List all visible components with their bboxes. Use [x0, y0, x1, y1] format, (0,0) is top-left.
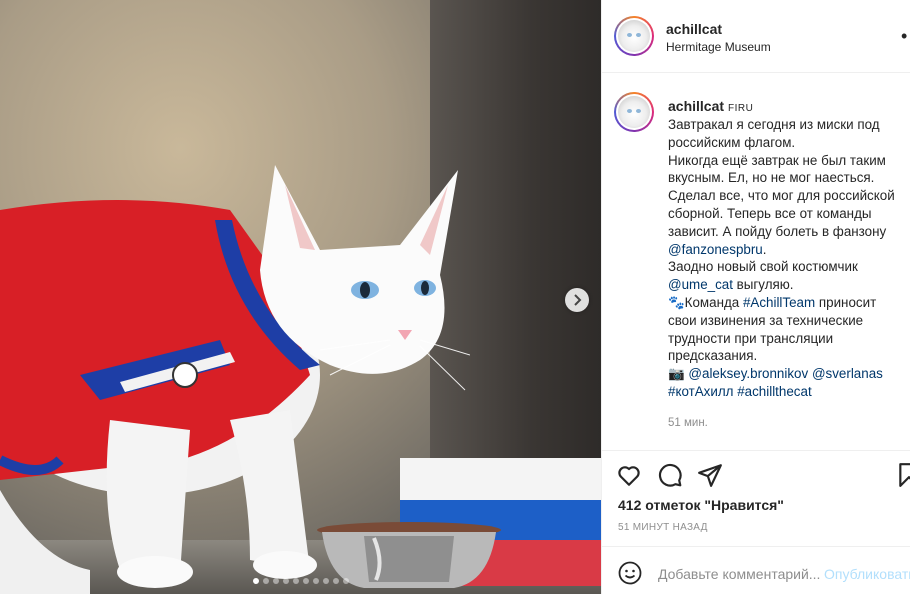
caption-line: #котАхилл #achillthecat: [668, 383, 904, 401]
caption-line: российским флагом.: [668, 134, 904, 152]
caption-header: achillcat FIRU: [668, 98, 753, 114]
caption-timestamp: 51 мин.: [668, 417, 708, 429]
caption-fragment: Заодно новый свой костюмчик: [668, 259, 858, 275]
carousel-dot: [342, 578, 349, 584]
paper-plane-icon[interactable]: [697, 462, 723, 488]
caption-line: Сделал все, что мог для российской: [668, 187, 904, 205]
caption-avatar-image: [618, 96, 650, 128]
avatar-image: [618, 20, 650, 52]
avatar[interactable]: [614, 16, 654, 56]
caption-fragment: предсказания.: [668, 348, 758, 364]
caption-fragment: вкусным. Ел, но не мог наесться.: [668, 170, 875, 186]
caption-line: предсказания.: [668, 347, 904, 365]
carousel-dot: [262, 578, 269, 584]
caption-fragment: свои извинения за технические: [668, 312, 864, 328]
carousel-dot: [322, 578, 329, 584]
action-bar: [602, 460, 910, 492]
caption-line: 📷 @aleksey.bronnikov @sverlanas: [668, 365, 904, 383]
hashtag-link[interactable]: #котАхилл: [668, 384, 733, 399]
caption-line: 🐾Команда #AchillTeam приносит: [668, 294, 904, 312]
caption-fragment: сборной. Теперь все от команды: [668, 205, 872, 221]
comment-icon[interactable]: [657, 462, 683, 488]
carousel-dot: [292, 578, 299, 584]
publish-button[interactable]: Опубликовать: [824, 566, 910, 582]
caption-line: @fanzonespbru.: [668, 241, 904, 259]
carousel-dot: [332, 578, 339, 584]
caption-line: Заодно новый свой костюмчик: [668, 258, 904, 276]
caption-fragment: выгуляю.: [732, 277, 794, 293]
caption-fragment: Завтракал я сегодня из миски под: [668, 117, 880, 132]
caption-line: свои извинения за технические: [668, 312, 904, 330]
mention-link[interactable]: @ume_cat: [668, 277, 733, 292]
more-options-icon[interactable]: •: [901, 26, 907, 47]
carousel-dot: [282, 578, 289, 584]
mention-link[interactable]: @sverlanas: [812, 366, 883, 381]
hashtag-link[interactable]: #AchillTeam: [743, 295, 815, 310]
smiley-icon[interactable]: [618, 561, 642, 585]
heart-icon[interactable]: [616, 462, 642, 488]
post-timestamp[interactable]: 51 МИНУТ НАЗАД: [618, 522, 708, 533]
caption-fragment: Никогда ещё завтрак не был таким: [668, 152, 886, 168]
post-photo[interactable]: [0, 0, 601, 594]
hashtag-link[interactable]: #achillthecat: [737, 384, 811, 399]
caption-fragment: 🐾Команда: [668, 294, 743, 310]
carousel-dot: [252, 578, 259, 584]
caption-fragment: .: [762, 241, 767, 257]
caption-line: Завтракал я сегодня из миски под: [668, 116, 904, 134]
chevron-right-icon: [574, 294, 582, 306]
mention-link[interactable]: @fanzonespbru: [668, 242, 763, 257]
caption-line: зависит. А пойду болеть в фанзону: [668, 223, 904, 241]
header-location[interactable]: Hermitage Museum: [666, 40, 771, 54]
caption-username[interactable]: achillcat: [668, 98, 724, 114]
caption-line: трудности при трансляции: [668, 330, 904, 348]
carousel-indicator: [0, 578, 601, 586]
bookmark-icon[interactable]: [896, 462, 910, 488]
comment-input[interactable]: [658, 564, 828, 584]
caption-fragment: приносит: [815, 294, 877, 310]
caption-avatar[interactable]: [614, 92, 654, 132]
caption-line: вкусным. Ел, но не мог наесться.: [668, 169, 904, 187]
caption-line: @ume_cat выгуляю.: [668, 276, 904, 294]
caption-tag: FIRU: [728, 103, 754, 114]
caption-text: Завтракал я сегодня из миски под российск…: [668, 116, 904, 401]
carousel-dot: [272, 578, 279, 584]
header-username[interactable]: achillcat: [666, 21, 722, 37]
comment-form: Опубликовать: [602, 546, 910, 594]
caption-fragment: Сделал все, что мог для российской: [668, 188, 895, 204]
caption-line: Никогда ещё завтрак не был таким: [668, 152, 904, 170]
post-sidebar: achillcat Hermitage Museum • achillcat FI…: [601, 0, 910, 594]
caption-line: сборной. Теперь все от команды: [668, 205, 904, 223]
carousel-next-button[interactable]: [565, 288, 589, 312]
mention-link[interactable]: @aleksey.bronnikov: [688, 366, 808, 381]
carousel-dot: [302, 578, 309, 584]
caption-fragment: зависит. А пойду болеть в фанзону: [668, 223, 887, 239]
caption-fragment: трудности при трансляции: [668, 330, 834, 346]
carousel-dot: [312, 578, 319, 584]
like-count[interactable]: 412 отметок "Нравится": [618, 497, 784, 513]
caption-section: achillcat FIRU Завтракал я сегодня из мис…: [602, 73, 910, 451]
caption-fragment: российским флагом.: [668, 134, 796, 150]
post-header: achillcat Hermitage Museum •: [602, 0, 910, 73]
caption-fragment: 📷: [668, 366, 689, 382]
